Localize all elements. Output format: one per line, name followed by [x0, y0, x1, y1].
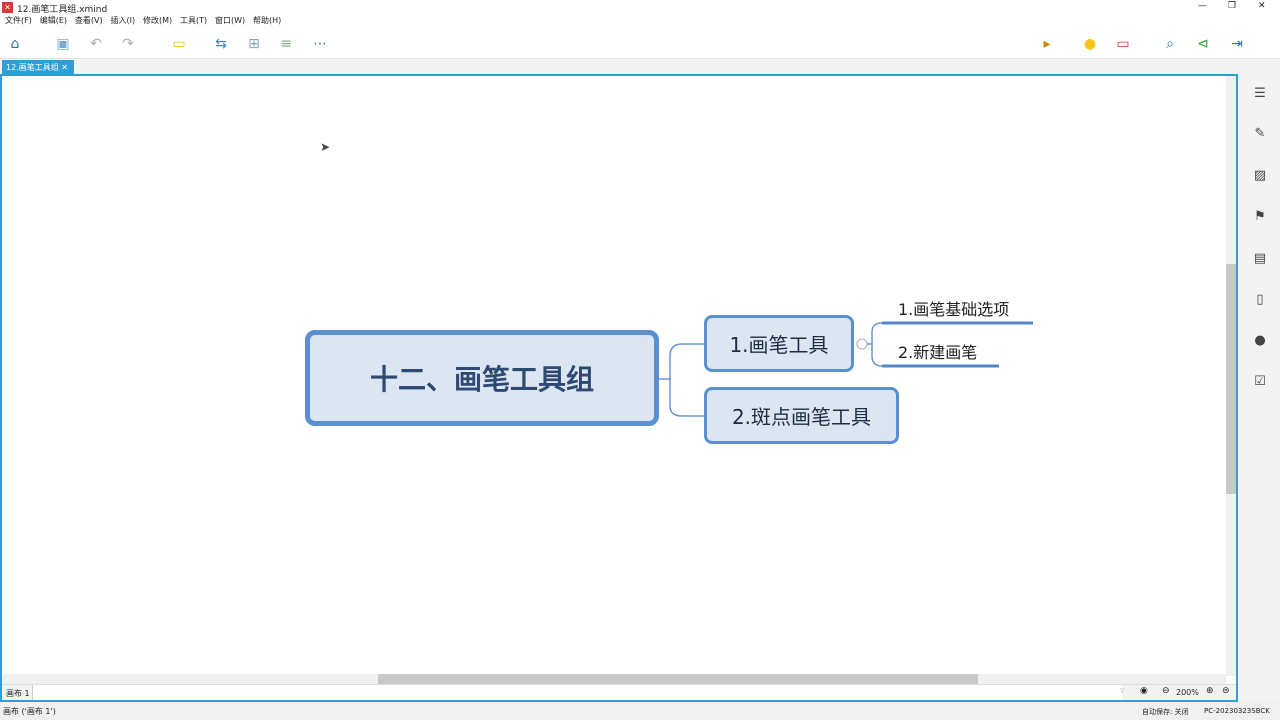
menu-file[interactable]: 文件(F): [5, 16, 32, 25]
more-icon[interactable]: ⋯: [311, 35, 329, 53]
horizontal-scrollbar[interactable]: [2, 674, 1226, 684]
search-icon[interactable]: ⌕: [1161, 35, 1179, 53]
menu-insert[interactable]: 插入(I): [110, 16, 135, 25]
status-sheet: 画布 ('画布 1'): [3, 707, 56, 716]
topic-blob-brush[interactable]: 2.斑点画笔工具: [704, 387, 899, 444]
image-icon[interactable]: ▨: [1252, 168, 1268, 184]
vertical-scrollbar[interactable]: [1226, 76, 1236, 676]
tab-close-icon[interactable]: ✕: [61, 63, 68, 72]
restore-button[interactable]: ❐: [1228, 1, 1236, 11]
menu-modify[interactable]: 修改(M): [143, 16, 172, 25]
zoom-out-icon[interactable]: ⊖: [1162, 686, 1170, 696]
boundary-icon[interactable]: ⊞: [245, 35, 263, 53]
format-brush-icon[interactable]: ✎: [1252, 126, 1268, 142]
menu-view[interactable]: 查看(V): [75, 16, 103, 25]
subtopic-brush-options[interactable]: 1.画笔基础选项: [898, 296, 1009, 320]
home-icon[interactable]: ⌂: [6, 35, 24, 53]
marker-flag-icon[interactable]: ⚑: [1252, 209, 1268, 225]
text-style-icon[interactable]: ▤: [1252, 251, 1268, 267]
menu-window[interactable]: 窗口(W): [215, 16, 245, 25]
export-icon[interactable]: ⇥: [1228, 35, 1246, 53]
menu-edit[interactable]: 编辑(E): [40, 16, 67, 25]
outliner-icon[interactable]: ▭: [1114, 35, 1132, 53]
presentation-icon[interactable]: ▸: [1038, 35, 1056, 53]
subtopic-new-brush[interactable]: 2.新建画笔: [898, 339, 977, 363]
central-topic[interactable]: 十二、画笔工具组: [305, 330, 659, 426]
insert-topic-icon[interactable]: ▭: [170, 35, 188, 53]
topic-brush-tool[interactable]: 1.画笔工具: [704, 315, 854, 372]
collapse-icon: [856, 338, 868, 350]
canvas-footer: 画布 1 ▿ ◉ ⊖ 200% ⊕ ⊜: [2, 684, 1236, 700]
outline-icon[interactable]: ☰: [1252, 86, 1268, 102]
topic-label: 1.画笔工具: [729, 333, 829, 357]
minimize-button[interactable]: —: [1198, 1, 1207, 11]
central-topic-label: 十二、画笔工具组: [369, 363, 594, 396]
sheet-tab[interactable]: 画布 1: [6, 688, 30, 699]
summary-icon[interactable]: ≡: [277, 35, 295, 53]
right-sidebar: ☰ ✎ ▨ ⚑ ▤ ▯ ● ☑: [1240, 74, 1280, 702]
status-bar: 画布 ('画布 1') 自动保存: 关闭 PC-20230323SBCK: [0, 702, 1280, 720]
tab-strip: [0, 59, 1240, 75]
tab-document[interactable]: 12.画笔工具组 ✕: [2, 60, 74, 75]
mindmap-canvas[interactable]: 十二、画笔工具组 1.画笔工具 2.斑点画笔工具 1.画笔基础选项 2.新建画笔…: [0, 74, 1238, 702]
filter-icon[interactable]: ▿: [1120, 686, 1125, 696]
task-icon[interactable]: ☑: [1252, 374, 1268, 390]
share-icon[interactable]: ⊲: [1194, 35, 1212, 53]
zoom-in-icon[interactable]: ⊕: [1206, 686, 1214, 696]
menu-tools[interactable]: 工具(T): [180, 16, 207, 25]
redo-icon[interactable]: ↷: [119, 35, 137, 53]
close-button[interactable]: ✕: [1258, 1, 1266, 11]
mouse-cursor-icon: ➤: [320, 140, 331, 154]
pc-name: PC-20230323SBCK: [1204, 707, 1270, 715]
title-bar: ✕ 12.画笔工具组.xmind — ❐ ✕: [0, 0, 1280, 15]
window-title: 12.画笔工具组.xmind: [17, 5, 108, 15]
relationship-icon[interactable]: ⇆: [212, 35, 230, 53]
idea-bulb-icon[interactable]: ●: [1081, 35, 1099, 53]
eye-icon[interactable]: ◉: [1140, 686, 1148, 696]
comment-icon[interactable]: ●: [1252, 333, 1268, 349]
menu-help[interactable]: 帮助(H): [253, 16, 281, 25]
autosave-status[interactable]: 自动保存: 关闭: [1142, 707, 1189, 717]
fit-icon[interactable]: ⊜: [1222, 686, 1230, 696]
toolbar: ⌂ ▣ ↶ ↷ ▭ ⇆ ⊞ ≡ ⋯ ▸ ● ▭ ⌕ ⊲ ⇥: [0, 29, 1280, 59]
save-icon[interactable]: ▣: [54, 35, 72, 53]
undo-icon[interactable]: ↶: [87, 35, 105, 53]
app-logo-icon: ✕: [2, 2, 13, 13]
zoom-level: 200%: [1176, 688, 1199, 697]
topic-label: 2.斑点画笔工具: [731, 405, 872, 429]
menu-bar: 文件(F) 编辑(E) 查看(V) 插入(I) 修改(M) 工具(T) 窗口(W…: [0, 15, 1280, 29]
notes-icon[interactable]: ▯: [1252, 292, 1268, 308]
tab-label: 12.画笔工具组: [6, 63, 59, 72]
